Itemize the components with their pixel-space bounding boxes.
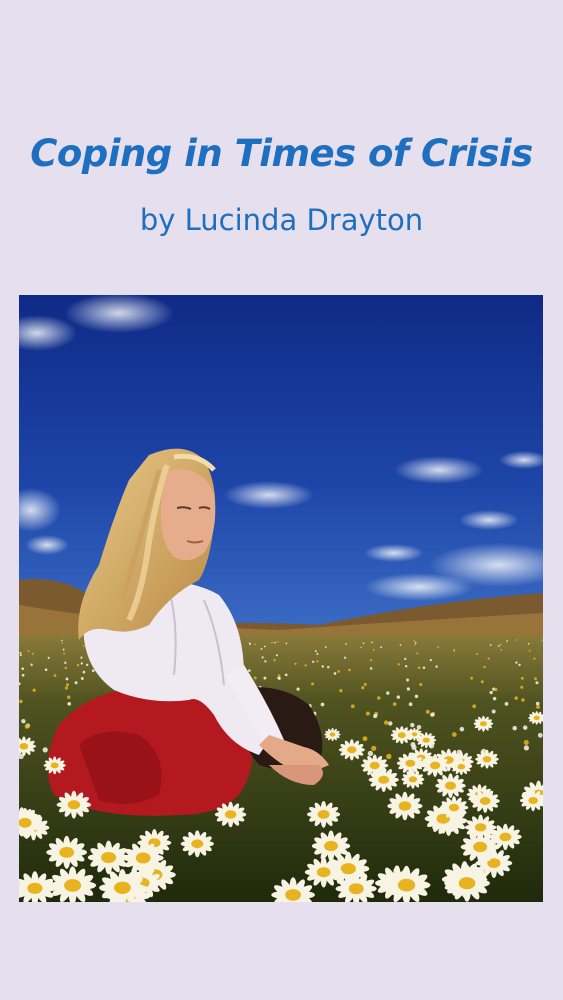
book-cover: Coping in Times of Crisis by Lucinda Dra… bbox=[0, 0, 563, 1000]
author-line: by Lucinda Drayton bbox=[139, 203, 424, 237]
book-title: Coping in Times of Crisis bbox=[30, 132, 533, 175]
cover-photo bbox=[19, 295, 543, 902]
cover-illustration bbox=[19, 295, 543, 902]
